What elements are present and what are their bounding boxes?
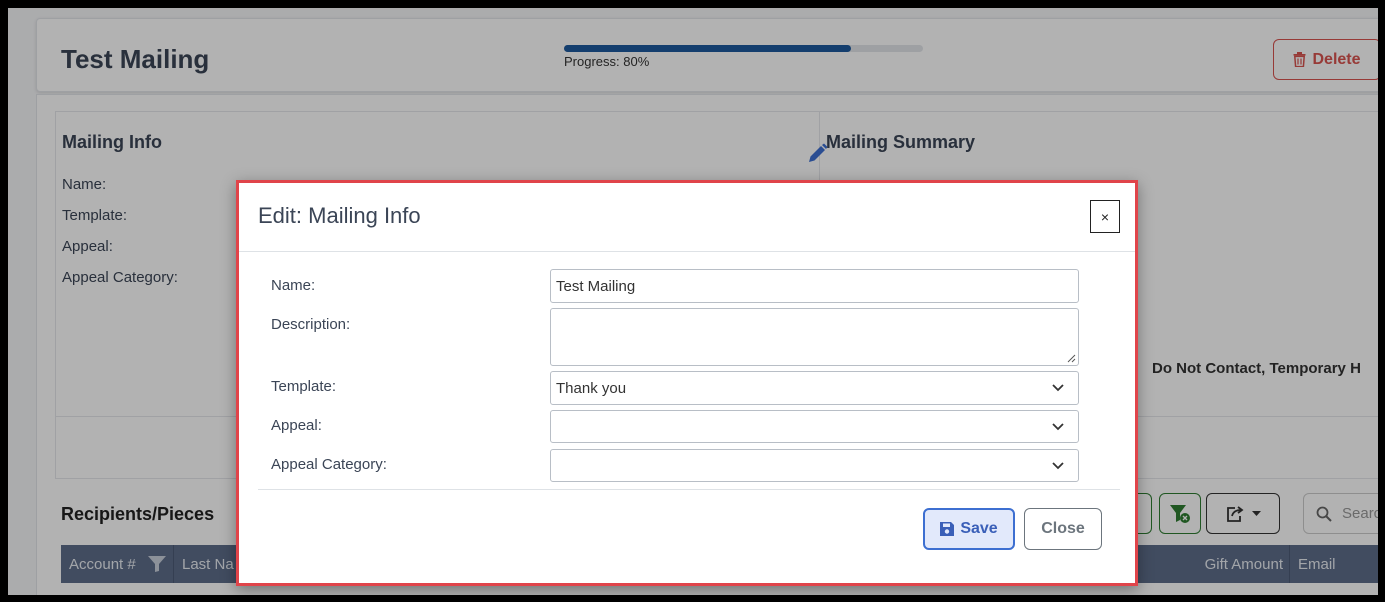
save-button[interactable]: Save [923, 508, 1015, 550]
dialog-close-x-button[interactable]: × [1090, 200, 1120, 233]
app-screen: Test Mailing Progress: 80% Delete Mailin… [8, 8, 1378, 595]
description-label: Description: [271, 316, 351, 333]
dialog-footer-divider [258, 489, 1120, 490]
appeal-category-label: Appeal Category: [271, 456, 387, 473]
save-button-label: Save [960, 520, 998, 537]
appeal-label: Appeal: [271, 417, 322, 434]
dialog-title: Edit: Mailing Info [258, 203, 421, 228]
template-value: Thank you [556, 379, 627, 397]
resize-grip-icon[interactable] [1067, 354, 1076, 363]
dialog-header-divider [239, 251, 1135, 252]
name-label: Name: [271, 277, 316, 294]
template-select[interactable]: Thank you [550, 371, 1079, 405]
chevron-down-icon [1052, 384, 1064, 392]
chevron-down-icon [1052, 461, 1064, 469]
description-textarea[interactable] [550, 308, 1079, 366]
template-label: Template: [271, 378, 337, 395]
appeal-category-select[interactable] [550, 449, 1079, 482]
edit-mailing-info-dialog: Edit: Mailing Info × Name: Test Mailing … [236, 180, 1138, 586]
floppy-disk-icon [940, 522, 955, 536]
chevron-down-icon [1052, 422, 1064, 430]
close-button[interactable]: Close [1024, 508, 1102, 550]
name-field[interactable]: Test Mailing [550, 269, 1079, 303]
appeal-select[interactable] [550, 410, 1079, 443]
